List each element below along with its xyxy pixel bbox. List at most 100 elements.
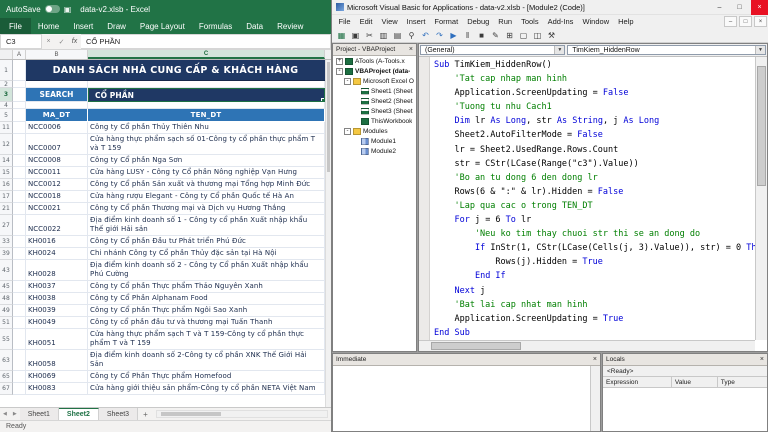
minimize-button[interactable]: –	[711, 0, 728, 15]
cell-ten-dt[interactable]: Địa điểm kinh doanh số 2 - Công ty Cổ ph…	[88, 260, 325, 281]
cell-ten-dt[interactable]: Công ty cổ phần đầu tư và thương mại Tuấ…	[88, 317, 325, 329]
ribbon-tab-review[interactable]: Review	[270, 18, 310, 34]
code-line[interactable]: For j = 6 To lr	[434, 213, 755, 227]
maximize-button[interactable]: □	[731, 0, 748, 15]
locals-column-value[interactable]: Value	[672, 377, 718, 387]
cell-ten-dt[interactable]: Công ty Cổ phần Thực phẩm Ngôi Sao Xanh	[88, 305, 325, 317]
immediate-close-icon[interactable]: ×	[591, 356, 597, 363]
cell[interactable]	[13, 179, 26, 191]
cell-ten-dt[interactable]: Cửa hàng giới thiệu sản phẩm-Công ty cổ …	[88, 383, 325, 395]
enter-icon[interactable]: ✓	[55, 34, 68, 49]
cell[interactable]	[13, 371, 26, 383]
row-number[interactable]: 15	[0, 167, 13, 179]
cell[interactable]	[13, 281, 26, 293]
menu-insert[interactable]: Insert	[402, 15, 430, 28]
cell-ten-dt[interactable]: Công ty Cổ phần Thương mại và Dịch vụ Hư…	[88, 203, 325, 215]
tree-item-sheet1-sheet[interactable]: Sheet1 (Sheet	[333, 86, 416, 96]
close-button[interactable]: ×	[751, 0, 768, 15]
cell-ten-dt[interactable]: Công ty Cổ Phần Alphanam Food	[88, 293, 325, 305]
code-line[interactable]: Dim lr As Long, str As String, j As Long	[434, 114, 755, 128]
cell-ten-dt[interactable]: Công ty Cổ phần Đầu tư Phát triển Phú Đứ…	[88, 236, 325, 248]
redo-icon[interactable]: ↷	[433, 29, 446, 42]
ribbon-tab-home[interactable]: Home	[31, 18, 66, 34]
cell-ten-dt[interactable]: Cửa hàng thực phẩm sạch số 01-Công ty cổ…	[88, 134, 325, 155]
ribbon-tab-formulas[interactable]: Formulas	[192, 18, 239, 34]
cell-ma-dt[interactable]: NCC0018	[26, 191, 88, 203]
cell[interactable]	[13, 329, 26, 350]
menu-tools[interactable]: Tools	[517, 15, 544, 28]
tree-item-atools-a-tools-x[interactable]: +ATools (A-Tools.x	[333, 56, 416, 66]
expand-icon[interactable]: +	[336, 58, 343, 65]
cell-ten-dt[interactable]: Địa điểm kinh doanh số 2-Công ty cổ phần…	[88, 350, 325, 371]
cell-ma-dt[interactable]: NCC0007	[26, 134, 88, 155]
cell-ten-dt[interactable]: Công ty Cổ phần Thủy Thiên Nhu	[88, 122, 325, 134]
chevron-down-icon[interactable]: ▼	[554, 46, 564, 54]
break-icon[interactable]: ‖	[461, 29, 474, 42]
row-number[interactable]: 27	[0, 215, 13, 236]
cell-ten-dt[interactable]: Công ty Cổ phần Sản xuất và thương mại T…	[88, 179, 325, 191]
scrollbar-thumb[interactable]	[757, 66, 766, 186]
object-dropdown[interactable]: (General) ▼	[420, 45, 565, 55]
cell[interactable]	[13, 236, 26, 248]
tree-item-module2[interactable]: Module2	[333, 146, 416, 156]
code-line[interactable]: Sheet2.AutoFilterMode = False	[434, 128, 755, 142]
column-header-a[interactable]: A	[13, 50, 26, 59]
sheet-nav-right-icon[interactable]: ▶	[10, 408, 20, 420]
code-line[interactable]: End Sub	[434, 326, 755, 340]
cell-ten-dt[interactable]: Cửa hàng thực phẩm sạch T và T 159-Công …	[88, 329, 325, 350]
cell-ma-dt[interactable]: NCC0011	[26, 167, 88, 179]
sheet-title-cell[interactable]: DANH SÁCH NHÀ CUNG CẤP & KHÁCH HÀNG	[26, 60, 325, 81]
locals-column-type[interactable]: Type	[718, 377, 767, 387]
tree-item-sheet3-sheet[interactable]: Sheet3 (Sheet	[333, 106, 416, 116]
code-line[interactable]: 'Lap qua cac o trong TEN_DT	[434, 199, 755, 213]
view-excel-icon[interactable]: ▦	[335, 29, 348, 42]
ribbon-tab-data[interactable]: Data	[239, 18, 270, 34]
formula-input[interactable]: CỔ PHẦN	[81, 34, 331, 49]
cell-ma-dt[interactable]: NCC0021	[26, 203, 88, 215]
row-number[interactable]: 1	[0, 60, 13, 81]
tree-item-module1[interactable]: Module1	[333, 136, 416, 146]
column-header-b[interactable]: B	[26, 50, 88, 59]
cell-ten-dt[interactable]: Công ty Cổ phần Nga Sơn	[88, 155, 325, 167]
row-number[interactable]: 51	[0, 317, 13, 329]
menu-format[interactable]: Format	[430, 15, 463, 28]
locals-body[interactable]	[603, 388, 767, 431]
menu-debug[interactable]: Debug	[463, 15, 494, 28]
cell-ma-dt[interactable]: KH0083	[26, 383, 88, 395]
code-line[interactable]: 'Neu ko tim thay chuoi str thi se an don…	[434, 227, 755, 241]
autosave-toggle[interactable]	[45, 5, 60, 13]
insert-function-icon[interactable]: fx	[68, 34, 81, 49]
code-line[interactable]: 'Bat lai cap nhat man hinh	[434, 298, 755, 312]
sheet-tab-sheet1[interactable]: Sheet1	[20, 408, 59, 420]
sheet-nav-left-icon[interactable]: ◀	[0, 408, 10, 420]
cell-ma-dt[interactable]: NCC0008	[26, 155, 88, 167]
save-icon[interactable]: ▣	[64, 5, 72, 14]
row-number[interactable]: 48	[0, 293, 13, 305]
tree-item-thisworkbook[interactable]: ThisWorkbook	[333, 116, 416, 126]
ribbon-tab-page-layout[interactable]: Page Layout	[133, 18, 192, 34]
cell-ma-dt[interactable]: KH0024	[26, 248, 88, 260]
code-editor[interactable]: Sub TimKiem_HiddenRow() 'Tat cap nhap ma…	[419, 57, 755, 340]
code-line[interactable]: End If	[434, 269, 755, 283]
tree-item-vbaproject-data[interactable]: -VBAProject (data-	[333, 66, 416, 76]
object-browser-icon[interactable]: ◫	[531, 29, 544, 42]
cell-ma-dt[interactable]: KH0028	[26, 260, 88, 281]
column-header-c[interactable]: C	[88, 50, 325, 59]
collapse-icon[interactable]: -	[336, 68, 343, 75]
row-number[interactable]: 49	[0, 305, 13, 317]
cell-ma-dt[interactable]: NCC0022	[26, 215, 88, 236]
run-icon[interactable]: ▶	[447, 29, 460, 42]
child-close-button[interactable]: ×	[754, 16, 767, 27]
row-number[interactable]: 65	[0, 371, 13, 383]
menu-window[interactable]: Window	[578, 15, 614, 28]
cell-ten-dt[interactable]: Cửa hàng rượu Elegant - Công ty Cổ phần …	[88, 191, 325, 203]
ribbon-tab-draw[interactable]: Draw	[100, 18, 133, 34]
sheet-tab-sheet2[interactable]: Sheet2	[59, 408, 99, 420]
row-number[interactable]: 12	[0, 134, 13, 155]
copy-icon[interactable]: ▥	[377, 29, 390, 42]
menu-run[interactable]: Run	[494, 15, 517, 28]
ribbon-tab-file[interactable]: File	[0, 18, 31, 34]
row-number[interactable]: 14	[0, 155, 13, 167]
cell[interactable]	[13, 102, 26, 109]
cell[interactable]	[13, 215, 26, 236]
